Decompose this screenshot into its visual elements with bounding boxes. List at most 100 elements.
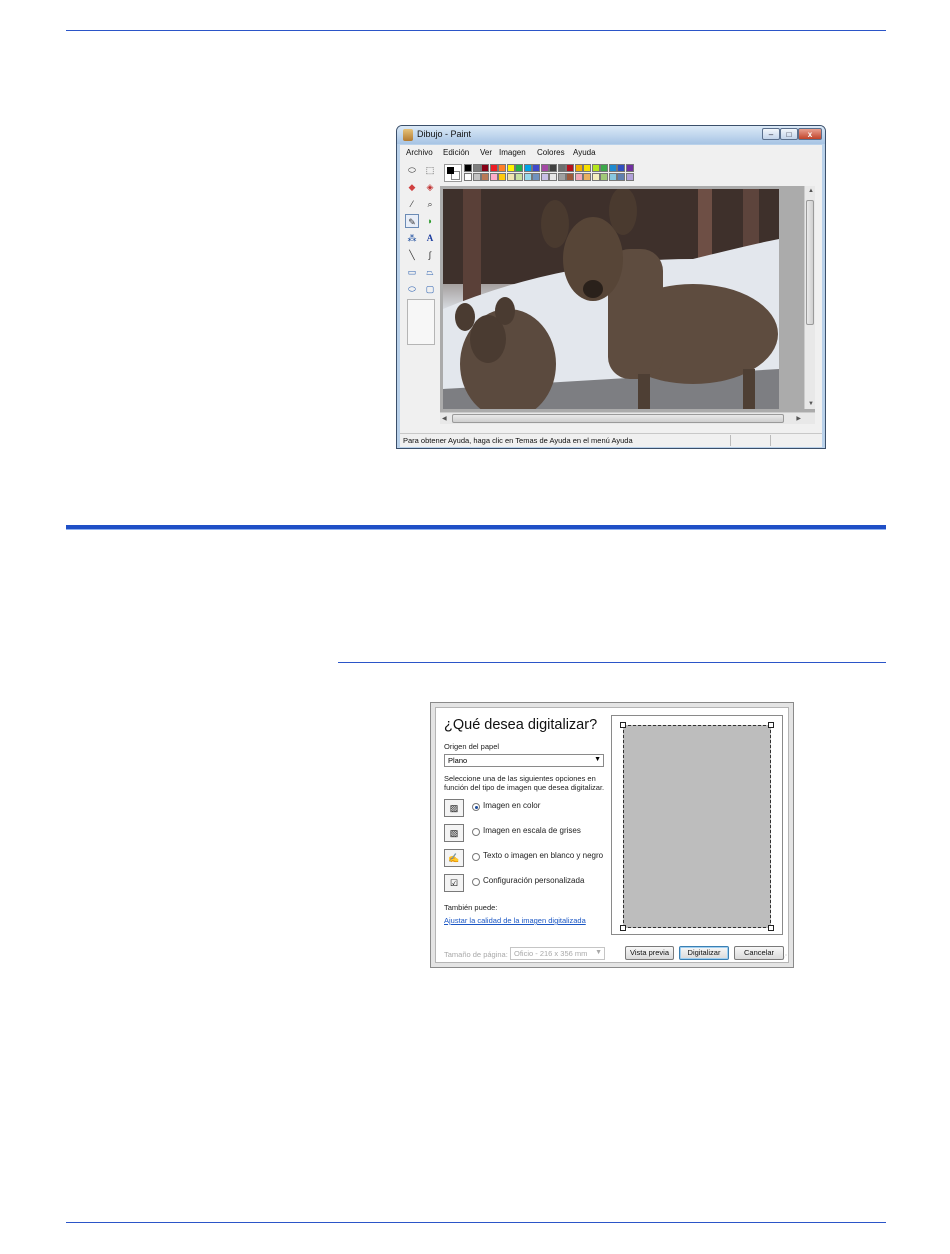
palette-swatch[interactable] — [608, 173, 617, 181]
menu-colores[interactable]: Colores — [537, 148, 565, 157]
toolbox: ⬭ ⬚ ◆ ◈ ⁄ ⌕ ✎ ◗ ⁂ A ╲ ∫ ▭ ⏢ ⬭ ▢ — [400, 159, 440, 434]
curve-icon[interactable]: ∫ — [423, 248, 437, 262]
palette-swatch[interactable] — [617, 173, 625, 181]
rounded-rect-icon[interactable]: ▢ — [423, 282, 437, 296]
palette-swatch[interactable] — [506, 164, 515, 172]
resize-grip-icon[interactable]: ⋰ — [781, 954, 787, 961]
palette-swatch[interactable] — [498, 173, 506, 181]
palette-swatch[interactable] — [472, 173, 481, 181]
fill-icon[interactable]: ◈ — [423, 180, 437, 194]
radio-color[interactable] — [472, 803, 480, 811]
palette-swatch[interactable] — [523, 173, 532, 181]
palette-swatch[interactable] — [464, 173, 472, 181]
vertical-scroll-thumb[interactable] — [806, 200, 814, 325]
close-button[interactable]: x — [798, 128, 822, 140]
airbrush-icon[interactable]: ⁂ — [405, 231, 419, 245]
menu-ayuda[interactable]: Ayuda — [573, 148, 596, 157]
ellipse-icon[interactable]: ⬭ — [405, 282, 419, 296]
preview-button[interactable]: Vista previa — [625, 946, 674, 960]
palette-swatch[interactable] — [591, 173, 600, 181]
palette-swatch[interactable] — [625, 164, 634, 172]
text-tool-icon[interactable]: A — [423, 231, 437, 245]
palette-swatch[interactable] — [617, 164, 625, 172]
scroll-right-icon[interactable]: ▶ — [796, 415, 801, 422]
menu-archivo[interactable]: Archivo — [406, 148, 433, 157]
scroll-up-icon[interactable]: ▲ — [808, 188, 814, 194]
palette-swatch[interactable] — [566, 173, 574, 181]
free-select-icon[interactable]: ⬭ — [405, 163, 419, 177]
scan-area[interactable] — [623, 725, 771, 928]
palette-swatch[interactable] — [523, 164, 532, 172]
palette-swatch[interactable] — [591, 164, 600, 172]
rectangle-icon[interactable]: ▭ — [405, 265, 419, 279]
palette-swatch[interactable] — [549, 164, 557, 172]
current-colors[interactable] — [444, 164, 462, 182]
palette-swatch[interactable] — [566, 164, 574, 172]
adjust-quality-link[interactable]: Ajustar la calidad de la imagen digitali… — [444, 916, 586, 925]
palette-swatch[interactable] — [583, 164, 591, 172]
horizontal-scrollbar[interactable]: ◀ ▶ — [440, 412, 815, 424]
eyedropper-icon[interactable]: ⁄ — [405, 197, 419, 211]
option-label[interactable]: Configuración personalizada — [483, 876, 584, 885]
maximize-button[interactable]: □ — [780, 128, 798, 140]
palette-swatch[interactable] — [583, 173, 591, 181]
palette-swatch[interactable] — [600, 173, 608, 181]
palette-swatch[interactable] — [625, 173, 634, 181]
scroll-left-icon[interactable]: ◀ — [442, 415, 447, 422]
palette-swatch[interactable] — [574, 173, 583, 181]
tool-options-box[interactable] — [407, 299, 435, 345]
palette-swatch[interactable] — [472, 164, 481, 172]
eraser-icon[interactable]: ◆ — [405, 180, 419, 194]
vertical-scrollbar[interactable]: ▲ ▼ — [804, 186, 815, 409]
palette-swatch[interactable] — [532, 164, 540, 172]
palette-swatch[interactable] — [489, 173, 498, 181]
scan-button[interactable]: Digitalizar — [679, 946, 729, 960]
option-label[interactable]: Texto o imagen en blanco y negro — [483, 851, 603, 860]
palette-swatch[interactable] — [506, 173, 515, 181]
palette-swatch[interactable] — [515, 164, 523, 172]
scroll-down-icon[interactable]: ▼ — [808, 401, 814, 407]
palette-swatch[interactable] — [600, 164, 608, 172]
palette-swatch[interactable] — [481, 173, 489, 181]
crop-handle[interactable] — [620, 925, 626, 931]
radio-grayscale[interactable] — [472, 828, 480, 836]
palette-swatch[interactable] — [608, 164, 617, 172]
minimize-button[interactable]: – — [762, 128, 780, 140]
palette-swatch[interactable] — [532, 173, 540, 181]
menu-edicion[interactable]: Edición — [443, 148, 469, 157]
palette-swatch[interactable] — [540, 164, 549, 172]
horizontal-scroll-thumb[interactable] — [452, 414, 784, 423]
page-size-select[interactable]: Oficio - 216 x 356 mm ▼ — [510, 947, 605, 960]
scan-dialog-body: ¿Qué desea digitalizar? Origen del papel… — [435, 707, 789, 963]
magnifier-icon[interactable]: ⌕ — [423, 197, 437, 211]
line-icon[interactable]: ╲ — [405, 248, 419, 262]
palette-swatch[interactable] — [557, 164, 566, 172]
rect-select-icon[interactable]: ⬚ — [423, 163, 437, 177]
polygon-icon[interactable]: ⏢ — [423, 265, 437, 279]
pencil-icon[interactable]: ✎ — [405, 214, 419, 228]
palette-swatch[interactable] — [498, 164, 506, 172]
palette-swatch[interactable] — [549, 173, 557, 181]
scan-dialog: ¿Qué desea digitalizar? Origen del papel… — [430, 702, 794, 968]
palette-swatch[interactable] — [515, 173, 523, 181]
palette-swatch[interactable] — [557, 173, 566, 181]
cancel-button[interactable]: Cancelar — [734, 946, 784, 960]
menu-imagen[interactable]: Imagen — [499, 148, 526, 157]
palette-swatch[interactable] — [540, 173, 549, 181]
crop-handle[interactable] — [768, 925, 774, 931]
palette-swatch[interactable] — [574, 164, 583, 172]
radio-custom[interactable] — [472, 878, 480, 886]
option-label[interactable]: Imagen en color — [483, 801, 540, 810]
brush-icon[interactable]: ◗ — [423, 214, 437, 228]
palette-swatch[interactable] — [489, 164, 498, 172]
paint-titlebar[interactable]: Dibujo - Paint – □ x — [397, 126, 825, 144]
palette-swatch[interactable] — [464, 164, 472, 172]
palette-swatch[interactable] — [481, 164, 489, 172]
crop-handle[interactable] — [768, 722, 774, 728]
crop-handle[interactable] — [620, 722, 626, 728]
option-label[interactable]: Imagen en escala de grises — [483, 826, 581, 835]
menu-ver[interactable]: Ver — [480, 148, 492, 157]
radio-bw[interactable] — [472, 853, 480, 861]
deer-photo[interactable] — [443, 189, 779, 409]
paper-source-select[interactable]: Plano ▼ — [444, 754, 604, 767]
